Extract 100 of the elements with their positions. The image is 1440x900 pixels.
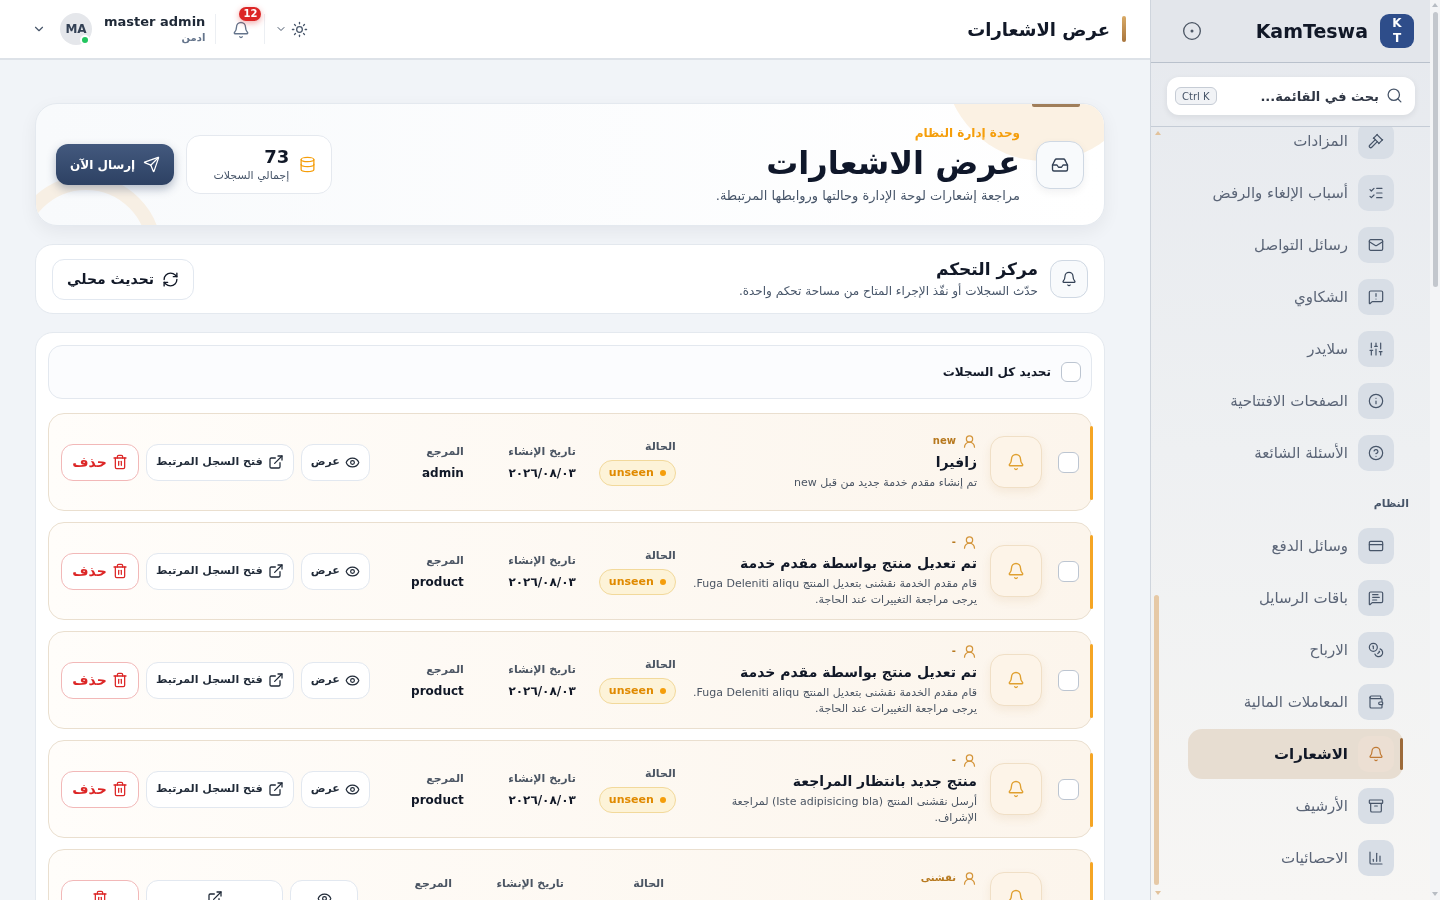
sidebar-item[interactable]: باقات الرسايل [1188, 573, 1403, 623]
help-icon [1358, 435, 1394, 471]
field-label: المرجع [426, 770, 464, 787]
sidebar-item[interactable]: الشكاوي [1188, 272, 1403, 322]
field-label: المرجع [426, 661, 464, 678]
field-value: admin [421, 464, 464, 481]
checkbox[interactable] [1058, 778, 1079, 800]
user-role: ادمن [181, 31, 206, 45]
view-button[interactable]: عرض [300, 661, 370, 699]
active-indicator-bar [1400, 738, 1403, 770]
eye-icon [344, 563, 360, 579]
notification-tag: - [951, 753, 956, 767]
person-icon [962, 534, 977, 550]
notification-tag: نقشنى [920, 871, 956, 885]
notification-count-badge: 12 [239, 7, 262, 21]
field-label: تاريخ الإنشاء [508, 552, 576, 569]
sidebar-item[interactable]: المزادات [1188, 127, 1403, 166]
delete-button[interactable]: حذف [61, 552, 139, 590]
external-link-icon [267, 563, 284, 579]
bell-icon [232, 21, 251, 39]
speech-bubble-alert-icon [1358, 279, 1394, 315]
view-button[interactable]: عرض [300, 770, 370, 808]
notification-title: زافيرا [935, 453, 977, 473]
delete-button[interactable]: حذف [61, 661, 139, 699]
inbox-icon [1036, 140, 1084, 189]
checkbox[interactable] [1058, 669, 1079, 691]
sidebar-item[interactable]: رسائل التواصل [1188, 220, 1403, 270]
field-value: ٢٠٢٦/٠٨/٠٣ [508, 464, 576, 481]
field-label: الحالة [645, 656, 676, 673]
notification-tag: - [951, 535, 956, 549]
sidebar-item[interactable]: سلايدر [1188, 324, 1403, 374]
bell-icon [1050, 260, 1088, 298]
field-label: الحالة [645, 547, 676, 564]
scroll-up-arrow-icon[interactable] [1155, 131, 1161, 135]
status-text: unseen [608, 465, 654, 480]
message-icon [1358, 580, 1394, 616]
refresh-button[interactable]: تحديث محلي [52, 258, 195, 300]
field-value: product [411, 573, 464, 590]
eyebrow-label: وحدة إدارة النظام [914, 124, 1020, 142]
notification-description: قام مقدم الخدمة نقشنى بتعديل المنتج Fuga Deleniti aliqu. يرجى مراجعة التغييرات عند الحاجة. [692, 576, 977, 608]
open-record-button[interactable]: فتح السجل المرتبط [146, 552, 294, 590]
open-record-button[interactable]: فتح السجل المرتبط [146, 661, 294, 699]
scrollbar-thumb[interactable] [1154, 595, 1159, 885]
trash-icon [111, 563, 128, 579]
checkbox[interactable] [1058, 560, 1079, 582]
scrollbar-thumb[interactable] [1432, 12, 1438, 287]
notification-tag: new [932, 434, 956, 448]
page-title: عرض الاشعارات [967, 17, 1110, 43]
sidebar-item[interactable]: الاحصائيات [1188, 833, 1403, 883]
refresh-icon [162, 270, 180, 288]
sidebar-item[interactable]: المعاملات المالية [1188, 677, 1403, 727]
field-label: الحالة [633, 876, 664, 892]
checklist-icon [1358, 175, 1394, 211]
eye-icon [344, 454, 360, 470]
field-label: المرجع [426, 552, 464, 569]
field-label: المرجع [426, 443, 464, 460]
sidebar-item[interactable]: الاشعارات [1188, 729, 1403, 779]
open-record-button[interactable]: فتح السجل المرتبط [146, 443, 294, 481]
avatar[interactable]: MA [60, 13, 92, 45]
notification-description: تم إنشاء مقدم خدمة جديد من قبل new [793, 475, 977, 491]
sidebar-item[interactable]: وسائل الدفع [1188, 521, 1403, 571]
sidebar-item[interactable]: الصفحات الافتتاحية [1188, 376, 1403, 426]
bell-icon [990, 545, 1042, 597]
trash-icon [111, 781, 128, 797]
sidebar-item[interactable]: أسباب الإلغاء والرفض [1188, 168, 1403, 218]
field-label: تاريخ الإنشاء [508, 770, 576, 787]
scroll-down-arrow-icon[interactable] [1155, 891, 1161, 895]
open-record-button[interactable]: فتح السجل المرتبط [146, 770, 294, 808]
circle-dot-icon[interactable] [1182, 21, 1202, 41]
checkbox[interactable] [1061, 362, 1081, 382]
view-button[interactable]: عرض [300, 443, 370, 481]
field-label: تاريخ الإنشاء [496, 876, 564, 892]
section-heading: النظام [1373, 496, 1409, 512]
external-link-icon [267, 454, 284, 470]
sidebar-item[interactable]: الارباح [1188, 625, 1403, 675]
notification-title: منتج جديد بانتظار المراجعة [792, 772, 977, 792]
section-description: حدّث السجلات أو نفّذ الإجراء المتاح من مساحة تحكم واحدة. [738, 282, 1038, 300]
notification-title: تم تعديل منتج بواسطة مقدم خدمة [740, 663, 977, 683]
sidebar-item[interactable]: الأرشيف [1188, 781, 1403, 831]
bell-icon [990, 654, 1042, 706]
trash-icon [111, 454, 128, 470]
sidebar-item[interactable]: الأسئلة الشائعة [1188, 428, 1403, 478]
shortcut-hint: Ctrl K [1175, 87, 1217, 105]
view-button[interactable]: عرض [300, 552, 370, 590]
field-value: product [411, 682, 464, 699]
notification-description: أرسل نقشنى المنتج (Iste adipisicing bla) لمراجعة الإشراف. [730, 794, 977, 826]
notification-title: تم تعديل منتج بواسطة مقدم خدمة [740, 554, 977, 574]
field-label: الحالة [645, 438, 676, 455]
sliders-icon [1358, 331, 1394, 367]
eye-icon [344, 672, 360, 688]
title-accent-bar [1122, 16, 1126, 42]
field-value: ٢٠٢٦/٠٨/٠٣ [508, 791, 576, 808]
status-text: unseen [608, 683, 654, 698]
delete-button[interactable]: حذف [61, 770, 139, 808]
info-icon [1358, 383, 1394, 419]
external-link-icon [267, 781, 284, 797]
select-all-label: تحديد كل السجلات [942, 364, 1051, 381]
checkbox[interactable] [1058, 451, 1079, 473]
delete-button[interactable]: حذف [61, 443, 139, 481]
send-button[interactable]: إرسال الآن [56, 144, 175, 185]
